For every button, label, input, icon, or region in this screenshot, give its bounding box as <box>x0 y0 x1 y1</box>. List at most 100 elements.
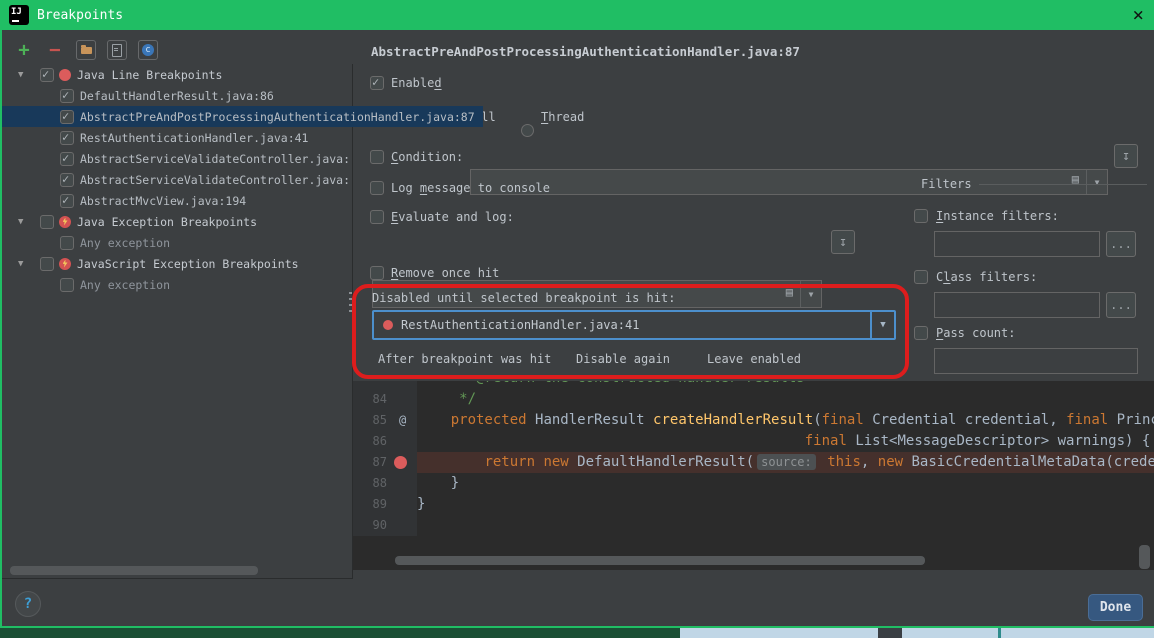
class-filters-browse-button[interactable]: ... <box>1106 292 1136 318</box>
code-horizontal-scrollbar[interactable] <box>395 556 925 565</box>
code-token: * @return the constructed handler result… <box>417 381 805 386</box>
code-token: createHandlerResult <box>653 412 813 428</box>
condition-input[interactable]: ▤ ▼ <box>470 169 1108 195</box>
condition-checkbox[interactable] <box>370 150 384 164</box>
log-message-checkbox[interactable] <box>370 181 384 195</box>
tree-horizontal-scrollbar[interactable] <box>10 566 258 575</box>
breakpoint-tree-row[interactable]: DefaultHandlerResult.java:86 <box>2 85 352 106</box>
tree-item-checkbox[interactable] <box>60 194 74 208</box>
class-filters-checkbox[interactable] <box>914 270 928 284</box>
code-vertical-scrollbar[interactable] <box>1139 545 1150 569</box>
breakpoint-label: Java Exception Breakpoints <box>77 215 257 229</box>
code-token: final <box>822 412 873 428</box>
breakpoint-tree-row[interactable]: Any exception <box>2 274 352 295</box>
tree-item-checkbox[interactable] <box>60 236 74 250</box>
breakpoint-label: AbstractMvcView.java:194 <box>80 194 246 208</box>
suspend-thread-radio[interactable] <box>521 124 534 137</box>
filters-separator <box>979 184 1147 185</box>
breakpoint-tree-row[interactable]: AbstractServiceValidateController.java: <box>2 148 352 169</box>
evaluate-history-button[interactable]: ↧ <box>831 230 855 254</box>
window-title: Breakpoints <box>37 8 123 23</box>
chevron-down-icon[interactable]: ▼ <box>1086 170 1107 194</box>
help-button[interactable]: ? <box>15 591 41 617</box>
tree-item-checkbox[interactable] <box>40 257 54 271</box>
code-line: * @return the constructed handler result… <box>353 381 1154 389</box>
code-gutter[interactable]: 87 <box>353 452 417 473</box>
code-gutter[interactable]: 86 <box>353 431 417 452</box>
file-icon <box>112 44 122 57</box>
breakpoint-tree-row[interactable]: Any exception <box>2 232 352 253</box>
breakpoint-tree-row[interactable]: RestAuthenticationHandler.java:41 <box>2 127 352 148</box>
tree-item-checkbox[interactable] <box>40 215 54 229</box>
breakpoint-tree-row[interactable]: ▼JavaScript Exception Breakpoints <box>2 253 352 274</box>
breakpoint-tree-row[interactable]: AbstractMvcView.java:194 <box>2 190 352 211</box>
exception-breakpoint-icon <box>59 258 71 270</box>
code-token: final <box>1066 412 1117 428</box>
line-number: 87 <box>353 452 387 473</box>
breakpoints-dialog: IJ Breakpoints × + − c ▼Java Line Breakp… <box>0 0 1154 638</box>
breakpoint-label: AbstractPreAndPostProcessingAuthenticati… <box>80 110 475 124</box>
instance-filters-checkbox[interactable] <box>914 209 928 223</box>
remove-once-hit-checkbox[interactable] <box>370 266 384 280</box>
instance-filters-browse-button[interactable]: ... <box>1106 231 1136 257</box>
pass-count-label: Pass count: <box>936 326 1015 340</box>
tree-item-checkbox[interactable] <box>60 173 74 187</box>
remove-breakpoint-button[interactable]: − <box>45 40 65 60</box>
breakpoint-dot-icon[interactable] <box>394 456 407 469</box>
code-token: Principal principal, <box>1117 412 1154 428</box>
expand-editor-icon[interactable]: ▤ <box>786 285 793 299</box>
tree-item-checkbox[interactable] <box>60 89 74 103</box>
instance-filters-input[interactable] <box>934 231 1100 257</box>
code-token: new <box>878 454 912 470</box>
taskbar-divider-sliver <box>998 628 1001 638</box>
chevron-down-icon[interactable]: ▼ <box>800 281 821 307</box>
group-by-package-button[interactable] <box>76 40 96 60</box>
tree-item-checkbox[interactable] <box>60 131 74 145</box>
enabled-checkbox[interactable] <box>370 76 384 90</box>
evaluate-log-checkbox[interactable] <box>370 210 384 224</box>
dependent-breakpoint-select[interactable]: RestAuthenticationHandler.java:41 ▼ <box>372 310 896 340</box>
desktop-sliver-right <box>680 628 1154 638</box>
breakpoint-tree-row[interactable]: ▼ Java Exception Breakpoints <box>2 211 352 232</box>
tree-item-checkbox[interactable] <box>60 110 74 124</box>
expand-arrow-icon[interactable]: ▼ <box>18 217 30 227</box>
pass-count-input[interactable] <box>934 348 1138 374</box>
breakpoint-label: Any exception <box>80 236 170 250</box>
combo-arrow-icon[interactable]: ▼ <box>870 312 894 338</box>
tree-item-checkbox[interactable] <box>40 68 54 82</box>
code-gutter[interactable]: 90 <box>353 515 417 536</box>
tree-item-checkbox[interactable] <box>60 152 74 166</box>
class-filters-input[interactable] <box>934 292 1100 318</box>
group-by-file-button[interactable] <box>107 40 127 60</box>
splitter-handle[interactable] <box>349 292 352 314</box>
code-token <box>417 433 805 449</box>
done-button[interactable]: Done <box>1088 594 1143 621</box>
code-gutter[interactable]: 88 <box>353 473 417 494</box>
remove-once-hit-label: Remove once hit <box>391 266 499 280</box>
code-gutter[interactable] <box>353 381 417 389</box>
code-text: return new DefaultHandlerResult(source: … <box>417 452 1154 473</box>
expand-arrow-icon[interactable]: ▼ <box>18 70 30 80</box>
add-breakpoint-button[interactable]: + <box>14 40 34 60</box>
code-token: this <box>827 454 861 470</box>
code-gutter[interactable]: 85@ <box>353 410 417 431</box>
breakpoint-tree-row[interactable]: AbstractServiceValidateController.java: <box>2 169 352 190</box>
expand-arrow-icon[interactable]: ▼ <box>18 259 30 269</box>
code-token: BasicCredentialMetaData(credential) <box>911 454 1154 470</box>
close-icon[interactable]: × <box>1133 6 1144 25</box>
breakpoint-label: Any exception <box>80 278 170 292</box>
breakpoint-tree-row[interactable]: AbstractPreAndPostProcessingAuthenticati… <box>2 106 483 127</box>
class-filters-label: Class filters: <box>936 270 1037 284</box>
condition-history-button[interactable]: ↧ <box>1114 144 1138 168</box>
code-text: */ <box>417 389 1154 410</box>
code-gutter[interactable]: 89 <box>353 494 417 515</box>
group-by-class-button[interactable]: c <box>138 40 158 60</box>
disabled-until-label: Disabled until selected breakpoint is hi… <box>372 291 675 305</box>
code-gutter[interactable]: 84 <box>353 389 417 410</box>
pass-count-checkbox[interactable] <box>914 326 928 340</box>
tree-item-checkbox[interactable] <box>60 278 74 292</box>
breakpoint-tree-row[interactable]: ▼Java Line Breakpoints <box>2 64 352 85</box>
code-token <box>417 412 451 428</box>
code-preview: * @return the constructed handler result… <box>353 381 1154 570</box>
line-number: 86 <box>353 431 387 452</box>
